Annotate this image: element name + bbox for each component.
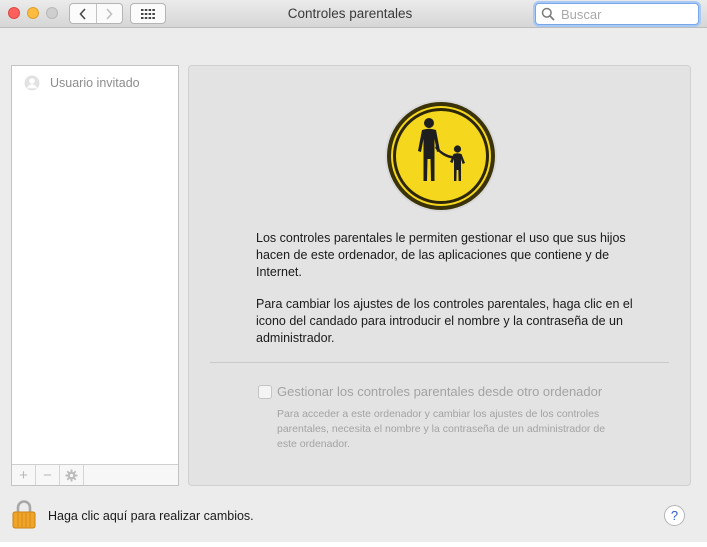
user-name-label: Usuario invitado — [50, 76, 140, 90]
gear-icon — [65, 468, 78, 482]
remote-management-checkbox[interactable] — [258, 384, 272, 399]
sidebar-toolbar: + − — [12, 464, 178, 485]
search-field[interactable] — [535, 3, 699, 25]
remote-management-description: Para acceder a este ordenador y cambiar … — [277, 408, 606, 450]
unlock-instructions-paragraph: Para cambiar los ajustes de los controle… — [256, 297, 633, 345]
search-input[interactable] — [561, 6, 691, 22]
main-panel: Los controles parentales le permiten ges… — [188, 65, 691, 486]
help-button[interactable]: ? — [664, 505, 685, 526]
chevron-right-icon — [106, 7, 113, 20]
lock-icon[interactable] — [12, 499, 36, 529]
minus-icon: − — [43, 466, 52, 484]
question-mark-icon: ? — [670, 508, 679, 523]
minimize-window-button[interactable] — [27, 7, 39, 19]
forward-button[interactable] — [95, 4, 123, 23]
remote-management-label: Gestionar los controles parentales desde… — [277, 384, 603, 399]
users-sidebar: Usuario invitado + − — [11, 65, 179, 486]
remote-management-option: Gestionar los controles parentales desde… — [258, 384, 602, 399]
plus-icon: + — [19, 466, 28, 484]
title-bar: Controles parentales — [0, 0, 707, 28]
user-list-item[interactable]: Usuario invitado — [12, 72, 178, 94]
add-user-button[interactable]: + — [12, 465, 36, 485]
chevron-left-icon — [79, 7, 86, 20]
grid-icon — [141, 8, 155, 19]
navigation-buttons — [69, 3, 123, 24]
section-divider — [210, 362, 669, 363]
close-window-button[interactable] — [8, 7, 20, 19]
search-icon — [541, 7, 555, 21]
action-menu-button[interactable] — [60, 465, 84, 485]
lock-message: Haga clic aquí para realizar cambios. — [48, 509, 254, 523]
intro-paragraph: Los controles parentales le permiten ges… — [256, 231, 626, 279]
parental-controls-icon — [385, 100, 497, 212]
window-title: Controles parentales — [287, 6, 413, 21]
remove-user-button[interactable]: − — [36, 465, 60, 485]
show-all-button[interactable] — [130, 3, 166, 24]
zoom-window-button[interactable] — [46, 7, 58, 19]
bottom-edge — [0, 542, 707, 547]
back-button[interactable] — [70, 4, 96, 23]
user-silhouette-icon — [24, 75, 40, 91]
